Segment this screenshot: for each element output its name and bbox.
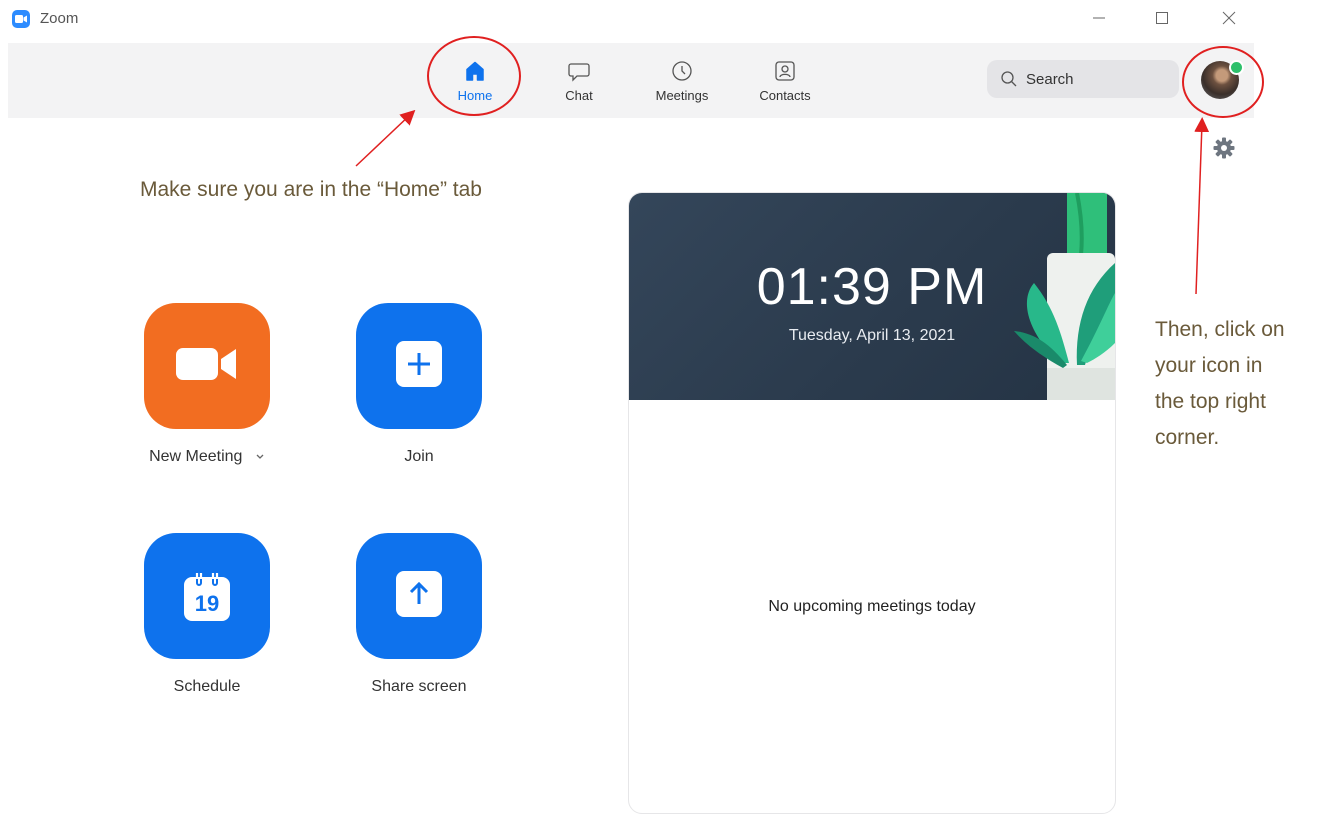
calendar-day-number: 19 xyxy=(194,591,220,616)
share-screen-label: Share screen xyxy=(371,678,467,695)
avatar-note-line: the top right xyxy=(1155,390,1266,413)
arrow-to-home-tab xyxy=(355,109,416,167)
current-date: Tuesday, April 13, 2021 xyxy=(788,327,956,344)
plus-icon xyxy=(396,340,442,392)
chevron-down-icon[interactable] xyxy=(255,448,265,466)
avatar-note-line: Then, click on xyxy=(1155,318,1285,341)
avatar-note-line: corner. xyxy=(1155,426,1220,449)
upload-arrow-icon xyxy=(396,570,442,622)
clock-banner: 01:39 PM Tuesday, April 13, 2021 xyxy=(629,193,1115,400)
home-tab-note: Make sure you are in the “Home” tab xyxy=(140,178,482,201)
current-time: 01:39 PM xyxy=(756,258,988,316)
no-meetings-message: No upcoming meetings today xyxy=(768,598,976,615)
upcoming-meetings-panel: 01:39 PM Tuesday, April 13, 2021 No upco… xyxy=(628,192,1116,814)
share-screen-button[interactable] xyxy=(356,533,482,659)
join-button[interactable] xyxy=(356,303,482,429)
new-meeting-button[interactable] xyxy=(144,303,270,429)
avatar-note: Then, click on your icon in the top righ… xyxy=(1155,312,1335,456)
new-meeting-label: New Meeting xyxy=(149,448,243,466)
new-meeting-label-row[interactable]: New Meeting xyxy=(107,448,307,466)
arrow-to-avatar xyxy=(1194,117,1210,295)
calendar-icon: 19 xyxy=(184,571,230,621)
avatar-note-line: your icon in xyxy=(1155,354,1263,377)
video-camera-icon xyxy=(176,346,238,387)
join-label: Join xyxy=(404,448,434,465)
schedule-label: Schedule xyxy=(173,678,241,695)
schedule-button[interactable]: 19 xyxy=(144,533,270,659)
